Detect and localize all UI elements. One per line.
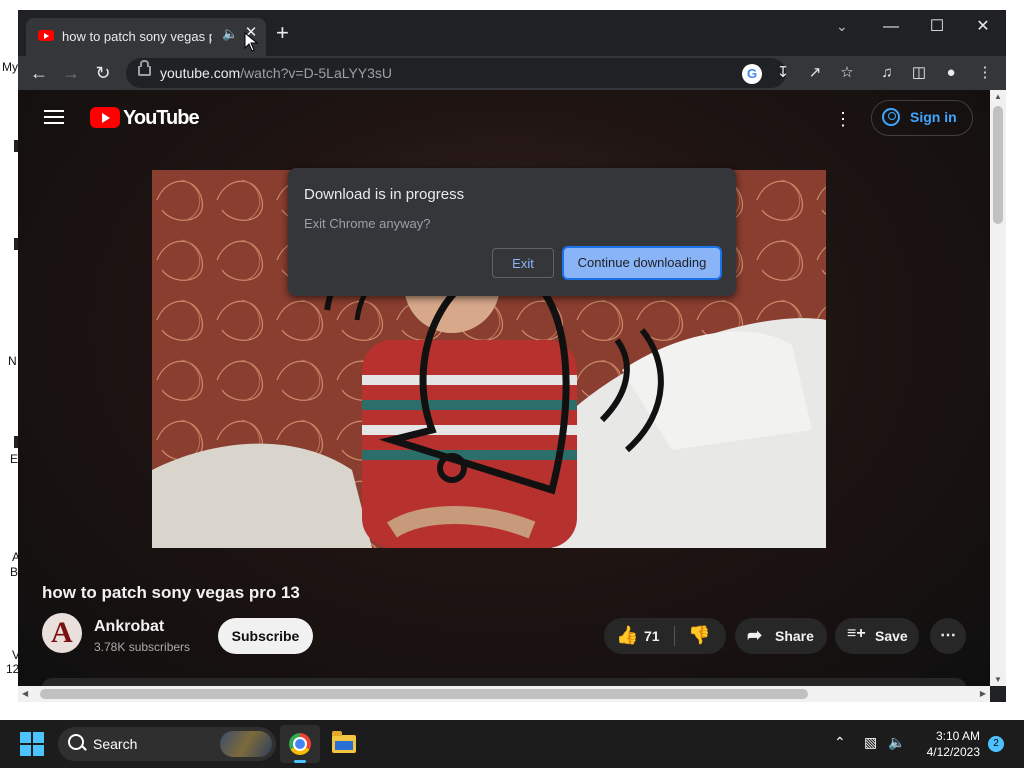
scroll-up-icon[interactable]: ▲ <box>994 92 1002 101</box>
window-close-button[interactable]: ✕ <box>960 14 1006 40</box>
scroll-down-icon[interactable]: ▼ <box>994 675 1002 684</box>
dialog-title: Download is in progress <box>304 186 465 203</box>
like-dislike-group: 👍 71 👎 <box>604 618 726 654</box>
search-highlight-image <box>220 731 272 757</box>
desktop-label: My <box>2 60 18 74</box>
active-indicator <box>294 760 306 763</box>
exit-button[interactable]: Exit <box>492 248 554 278</box>
url-path: /watch?v=D-5LaLYY3sU <box>240 65 393 81</box>
maximize-button[interactable]: ☐ <box>914 14 960 40</box>
forward-button[interactable]: → <box>58 60 84 86</box>
clock-time: 3:10 AM <box>935 729 980 743</box>
desktop-label: E <box>10 452 19 466</box>
tab-search-button[interactable]: ⌄ <box>836 18 848 35</box>
like-count: 71 <box>644 628 660 644</box>
youtube-logo-text: YouTube <box>123 107 200 129</box>
speaker-icon[interactable]: 🔈 <box>222 26 238 42</box>
avatar-letter: A <box>51 616 73 649</box>
back-button[interactable]: ← <box>26 60 52 86</box>
address-bar[interactable]: youtube.com/watch?v=D-5LaLYY3sU G <box>126 58 786 88</box>
folder-icon <box>332 731 356 753</box>
browser-toolbar: ← → ↻ youtube.com/watch?v=D-5LaLYY3sU G … <box>18 56 1006 90</box>
new-tab-button[interactable]: + <box>276 22 289 44</box>
clock-date: 4/12/2023 <box>926 745 980 759</box>
channel-avatar[interactable]: A <box>42 613 82 653</box>
sign-in-label: Sign in <box>910 109 957 125</box>
dislike-button[interactable]: 👎 <box>688 625 710 646</box>
video-title: how to patch sony vegas pro 13 <box>42 583 300 602</box>
playlist-add-icon: ≡+ <box>847 625 866 642</box>
scroll-right-icon[interactable]: ▶ <box>980 689 986 698</box>
volume-icon[interactable]: 🔈 <box>888 734 905 751</box>
lock-icon[interactable] <box>138 60 151 76</box>
side-panel-icon[interactable]: ◫ <box>908 62 930 84</box>
divider <box>674 626 675 646</box>
reload-button[interactable]: ↻ <box>90 60 116 86</box>
google-lens-icon[interactable]: G <box>742 64 762 84</box>
share-label: Share <box>775 628 814 644</box>
vertical-scrollbar[interactable]: ▲ ▼ <box>990 90 1006 686</box>
url-host: youtube.com <box>160 65 241 81</box>
share-arrow-icon: ➦ <box>747 625 763 645</box>
taskbar: Search ⌃ ▧ 🔈 3:10 AM 4/12/2023 2 <box>0 720 1024 768</box>
desktop-label: B <box>10 565 19 579</box>
youtube-page: YouTube ⋮ Sign in how to patch sony vega… <box>18 90 990 686</box>
settings-kebab-icon[interactable]: ⋮ <box>834 110 852 128</box>
url-text[interactable]: youtube.com/watch?v=D-5LaLYY3sU <box>160 65 392 81</box>
sign-in-button[interactable]: Sign in <box>871 100 973 136</box>
continue-downloading-button[interactable]: Continue downloading <box>564 248 720 278</box>
horizontal-scroll-thumb[interactable] <box>40 689 808 699</box>
search-icon <box>68 734 84 750</box>
horizontal-scrollbar[interactable]: ◀ ▶ <box>18 686 990 702</box>
minimize-button[interactable]: — <box>868 14 914 40</box>
scroll-left-icon[interactable]: ◀ <box>22 689 28 698</box>
description-panel[interactable] <box>42 678 966 686</box>
chevron-up-icon[interactable]: ⌃ <box>834 734 846 751</box>
network-icon[interactable]: ▧ <box>864 734 877 751</box>
taskbar-search-box[interactable]: Search <box>58 727 276 761</box>
save-button[interactable]: ≡+ Save <box>835 618 919 654</box>
download-in-progress-dialog: Download is in progress Exit Chrome anyw… <box>288 168 736 296</box>
account-icon <box>882 108 900 126</box>
system-clock[interactable]: 3:10 AM 4/12/2023 <box>910 728 980 760</box>
save-label: Save <box>875 628 908 644</box>
profile-icon[interactable]: ● <box>940 62 962 84</box>
vertical-scroll-thumb[interactable] <box>993 106 1003 224</box>
chrome-window: how to patch sony vegas pro 13 🔈 ✕ + ⌄ —… <box>18 10 1006 702</box>
tab-title: how to patch sony vegas pro 13 <box>62 29 212 44</box>
taskbar-chrome[interactable] <box>280 725 320 763</box>
taskbar-file-explorer[interactable] <box>324 725 364 763</box>
install-app-icon[interactable]: ↧ <box>772 62 794 84</box>
windows-start-icon[interactable] <box>20 732 44 756</box>
notification-badge[interactable]: 2 <box>988 736 1004 752</box>
kebab-menu-icon[interactable]: ⋮ <box>974 62 996 84</box>
channel-name[interactable]: Ankrobat <box>94 618 164 636</box>
dialog-message: Exit Chrome anyway? <box>304 216 431 231</box>
media-control-icon[interactable]: ♫ <box>876 62 898 84</box>
subscriber-count: 3.78K subscribers <box>94 640 191 654</box>
more-actions-button[interactable]: ⋯ <box>930 618 966 654</box>
tab-video[interactable]: how to patch sony vegas pro 13 🔈 ✕ <box>26 18 266 56</box>
search-label: Search <box>93 736 138 752</box>
chrome-icon <box>289 733 311 755</box>
subscribe-button[interactable]: Subscribe <box>218 618 313 654</box>
share-button[interactable]: ➦ Share <box>735 618 827 654</box>
youtube-favicon-icon <box>38 30 54 41</box>
like-button[interactable]: 👍 <box>616 625 638 646</box>
hamburger-menu-icon[interactable] <box>44 110 64 126</box>
bookmark-star-icon[interactable]: ☆ <box>836 62 858 84</box>
share-icon[interactable]: ↗ <box>804 62 826 84</box>
tab-strip: how to patch sony vegas pro 13 🔈 ✕ + ⌄ —… <box>18 10 1006 56</box>
youtube-play-icon <box>90 107 120 128</box>
desktop-label: N <box>8 354 17 368</box>
mouse-cursor-icon <box>244 32 259 52</box>
